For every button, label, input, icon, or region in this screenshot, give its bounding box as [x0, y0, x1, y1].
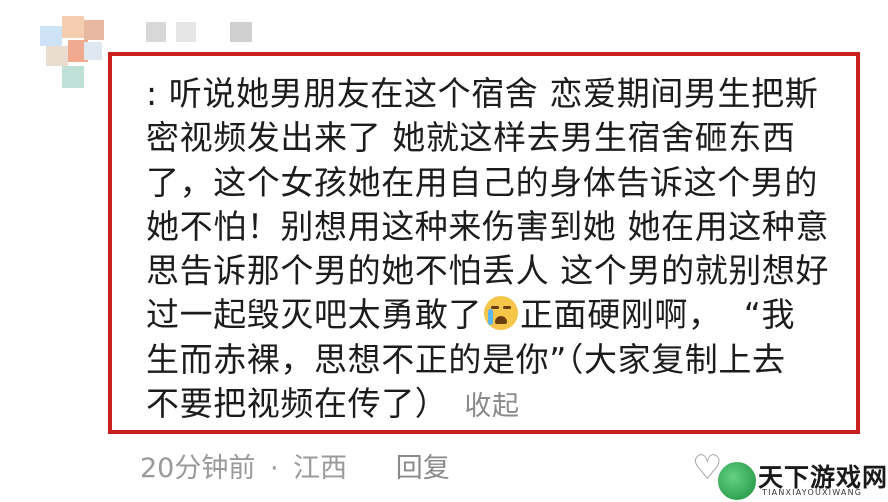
comment-line: 思告诉那个男的她不怕丢人 这个男的就别想好 [146, 251, 830, 291]
reply-button[interactable]: 回复 [396, 453, 450, 484]
comment-line: 密视频发出来了 她就这样去男生宿舍砸东西 [146, 118, 796, 158]
comment-meta: 20分钟前 · 江西 回复 [140, 446, 450, 485]
username-blurred [230, 22, 252, 42]
comment-line: 过一起毁灭吧太勇敢了 正面硬刚啊， “我 [146, 293, 846, 337]
watermark-logo-icon [716, 460, 758, 502]
comment-line: : 听说她男朋友在这个宿舍 恋爱期间男生把斯 [146, 74, 819, 113]
comment-line: 了，这个女孩她在用自己的身体告诉这个男的 [146, 162, 818, 202]
comment-line: 生而赤裸，思想不正的是你”（大家复制上去 [146, 339, 786, 379]
tear [488, 309, 493, 326]
mouth [495, 316, 507, 325]
comment-line: 不要把视频在传了） 收起 [146, 382, 846, 429]
username-blurred [176, 22, 196, 42]
comment-fragment: 正面硬刚啊， “我 [520, 295, 796, 335]
separator: · [269, 453, 279, 484]
location: 江西 [293, 453, 348, 484]
username-blurred [146, 22, 166, 42]
crying-face-icon [484, 296, 518, 331]
comment-fragment: 过一起毁灭吧太勇敢了 [146, 295, 482, 335]
timestamp: 20分钟前 [140, 453, 256, 484]
watermark: 天下游戏网 TIANXIAYOUXIWANG [716, 452, 888, 502]
comment-highlight-box: : 听说她男朋友在这个宿舍 恋爱期间男生把斯 密视频发出来了 她就这样去男生宿舍… [108, 52, 860, 434]
comment-fragment: 不要把视频在传了） [146, 384, 449, 424]
avatar[interactable] [40, 8, 110, 98]
comment-line: 她不怕！别想用这种来伤害到她 她在用这种意 [146, 206, 830, 246]
collapse-link[interactable]: 收起 [464, 391, 519, 422]
comment-text: : 听说她男朋友在这个宿舍 恋爱期间男生把斯 密视频发出来了 她就这样去男生宿舍… [146, 72, 846, 429]
watermark-subtitle: TIANXIAYOUXIWANG [762, 488, 863, 497]
